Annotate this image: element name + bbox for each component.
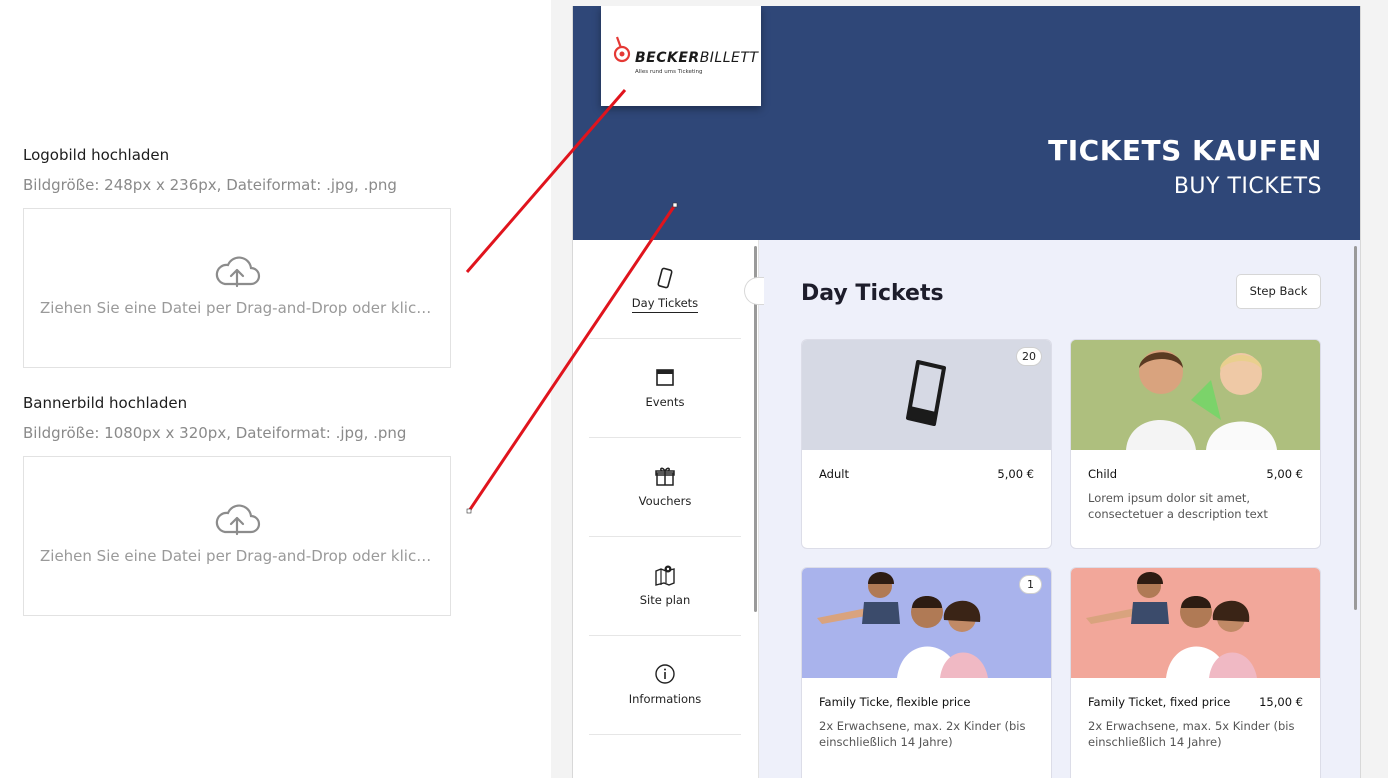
connector-lines <box>465 89 678 514</box>
connector-handle[interactable] <box>672 202 678 208</box>
banner-connector-line <box>467 204 677 512</box>
logo-connector-line <box>465 89 627 273</box>
connector-handle[interactable] <box>466 508 472 514</box>
